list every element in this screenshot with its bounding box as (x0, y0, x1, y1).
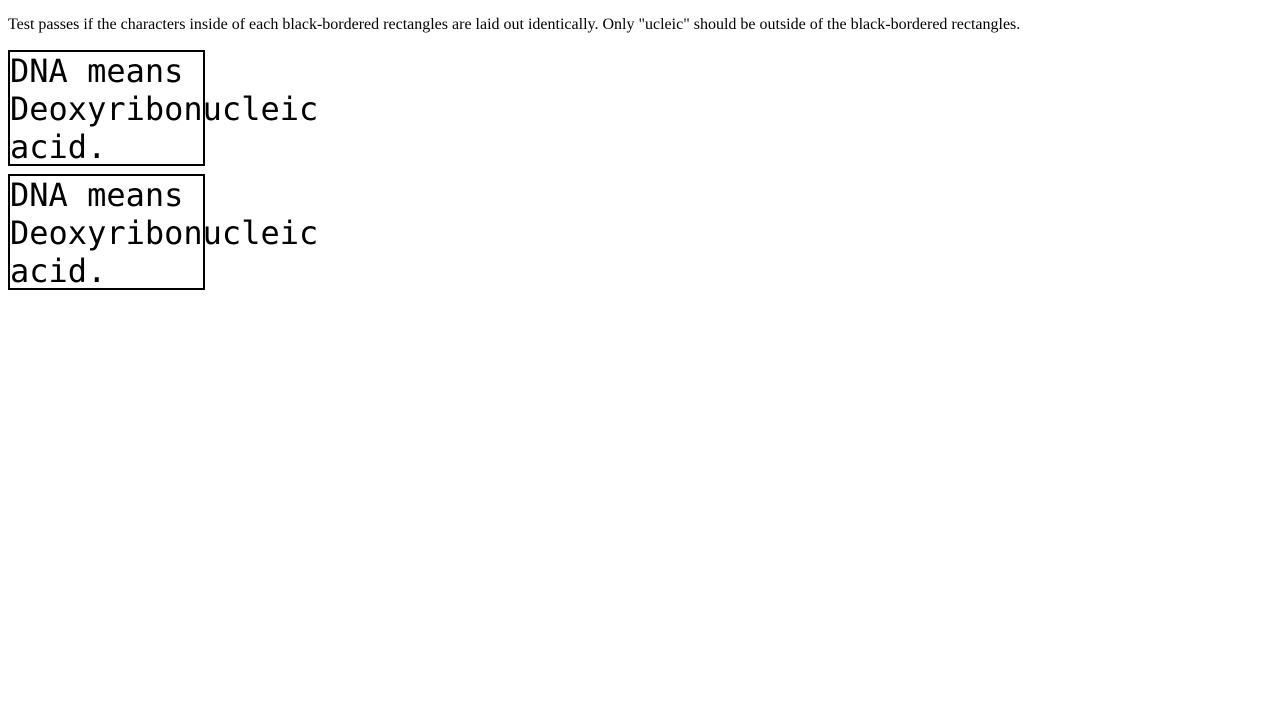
test-line-1: DNA means (10, 52, 184, 90)
reference-box: DNA means Deoxyribonucleic acid. (8, 174, 319, 290)
reference-line-2: Deoxyribonucleic (10, 214, 319, 252)
reference-line-3: acid. (10, 252, 107, 290)
test-line-2: Deoxyribonucleic (10, 90, 319, 128)
test-box: DNA means Deoxyribonucleic acid. (8, 50, 319, 166)
reference-line-1: DNA means (10, 176, 184, 214)
test-instructions: Test passes if the characters inside of … (8, 16, 1021, 33)
test-line-3: acid. (10, 128, 107, 166)
